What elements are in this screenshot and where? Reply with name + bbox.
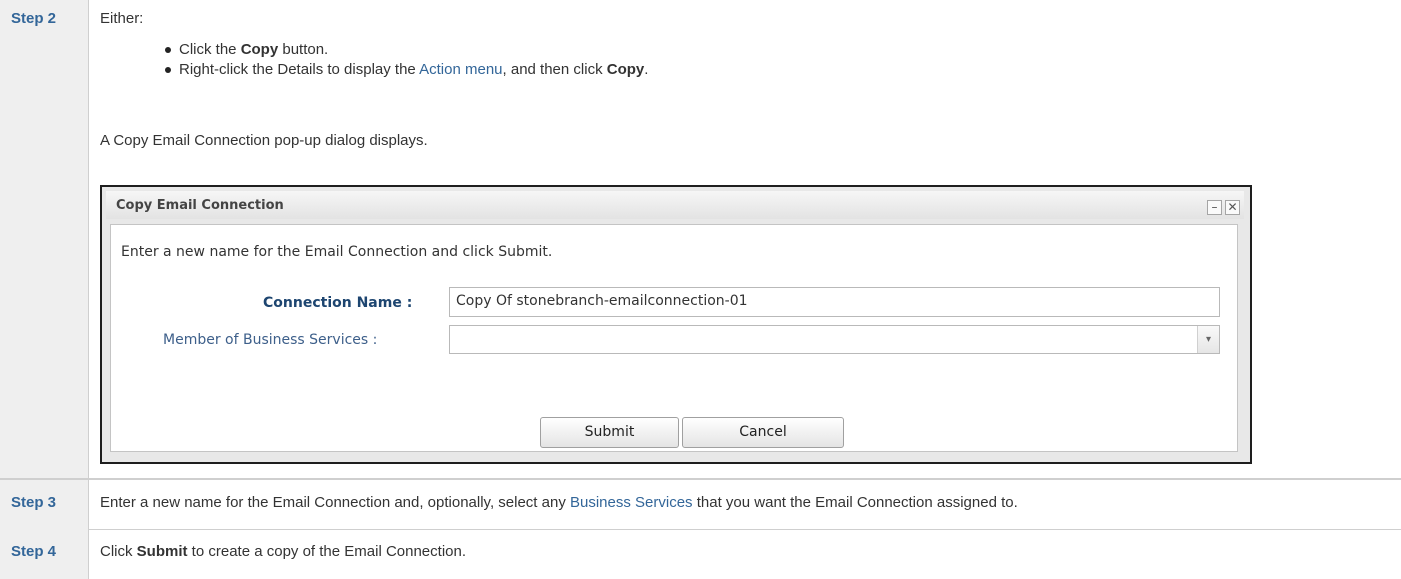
minimize-icon[interactable]: –	[1207, 200, 1222, 215]
step-3-label-cell: Step 3	[0, 480, 89, 529]
bullet-2-bold: Copy	[606, 61, 645, 78]
step-4-bold: Submit	[136, 543, 188, 560]
list-item: Click the Copy button.	[89, 41, 648, 61]
step-4-label-cell: Step 4	[0, 529, 89, 579]
step-4-row: Step 4 Click Submit to create a copy of …	[0, 529, 1401, 579]
action-menu-link[interactable]: Action menu	[419, 61, 502, 78]
step-3-label: Step 3	[11, 494, 57, 511]
step-2-options-list: Click the Copy button. Right-click the D…	[89, 41, 648, 81]
step-4-text-start: Click	[100, 543, 137, 560]
step-3-text-end: that you want the Email Connection assig…	[692, 494, 1018, 511]
bullet-icon	[165, 67, 171, 73]
step-4-text-end: to create a copy of the Email Connection…	[187, 543, 467, 560]
business-services-link[interactable]: Business Services	[570, 494, 693, 511]
business-services-label: Member of Business Services :	[163, 332, 378, 348]
bullet-1-text: Click the	[179, 41, 241, 58]
step-2-result: A Copy Email Connection pop-up dialog di…	[100, 132, 428, 149]
copy-email-connection-dialog: Copy Email Connection – ✕ Enter a new na…	[100, 185, 1252, 464]
step-4-label: Step 4	[11, 543, 57, 560]
bullet-icon	[165, 47, 171, 53]
step-3-text: Enter a new name for the Email Connectio…	[100, 494, 1018, 511]
step-2-label-cell: Step 2	[0, 0, 89, 478]
business-services-select[interactable]: ▾	[449, 325, 1220, 354]
step-3-row: Step 3 Enter a new name for the Email Co…	[0, 479, 1401, 530]
submit-button[interactable]: Submit	[540, 417, 679, 448]
step-2-intro: Either:	[100, 10, 144, 27]
dialog-title: Copy Email Connection	[116, 198, 284, 213]
close-icon[interactable]: ✕	[1225, 200, 1240, 215]
step-4-text: Click Submit to create a copy of the Ema…	[100, 543, 466, 560]
bullet-2-text: Right-click the Details to display the	[179, 61, 420, 78]
dialog-titlebar: Copy Email Connection – ✕	[106, 191, 1244, 219]
bullet-2-tail: .	[644, 61, 649, 78]
connection-name-label: Connection Name :	[263, 295, 413, 311]
chevron-down-icon[interactable]: ▾	[1197, 326, 1219, 353]
step-2-label: Step 2	[11, 10, 57, 27]
bullet-2-mid: , and then click	[502, 61, 607, 78]
cancel-button[interactable]: Cancel	[682, 417, 844, 448]
dialog-instruction: Enter a new name for the Email Connectio…	[121, 244, 553, 260]
step-3-text-start: Enter a new name for the Email Connectio…	[100, 494, 570, 511]
bullet-1-tail: button.	[278, 41, 329, 58]
connection-name-input[interactable]: Copy Of stonebranch-emailconnection-01	[449, 287, 1220, 317]
list-item: Right-click the Details to display the A…	[89, 61, 648, 81]
step-2-row: Step 2 Either: Click the Copy button. Ri…	[0, 0, 1401, 479]
bullet-1-bold: Copy	[240, 41, 279, 58]
